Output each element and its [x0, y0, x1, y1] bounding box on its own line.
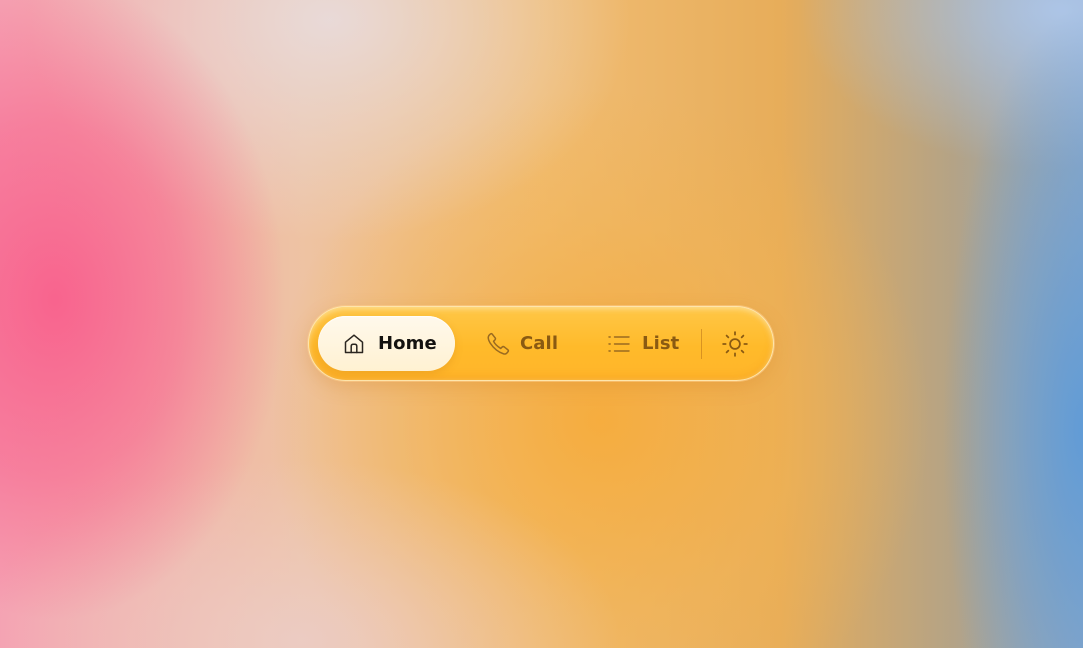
nav-item-call[interactable]: Call — [485, 307, 558, 380]
nav-item-home-label: Home — [378, 333, 437, 354]
sun-icon — [721, 330, 749, 358]
navigation-dock: Home Call List — [308, 306, 774, 381]
nav-item-list[interactable]: List — [607, 307, 679, 380]
theme-toggle-button[interactable] — [719, 328, 751, 360]
list-icon — [607, 332, 631, 356]
dock-divider — [701, 329, 702, 359]
nav-item-home[interactable]: Home — [318, 316, 455, 371]
home-icon — [342, 332, 366, 356]
nav-item-list-label: List — [642, 333, 680, 354]
phone-icon — [485, 331, 511, 357]
nav-item-call-label: Call — [520, 333, 559, 354]
